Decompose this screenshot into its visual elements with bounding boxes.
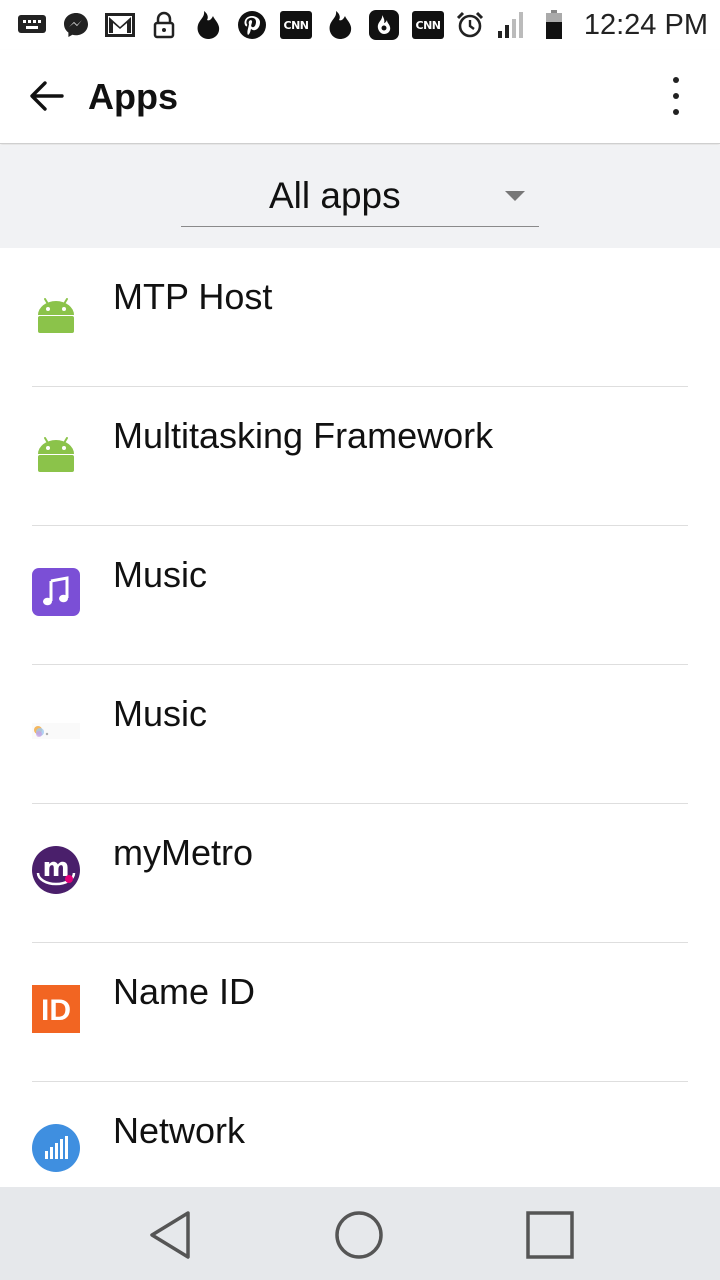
list-item[interactable]: ID Name ID	[0, 943, 720, 1082]
circle-home-icon	[335, 1211, 383, 1259]
app-name: Name ID	[113, 971, 256, 1012]
app-name: myMetro	[113, 832, 254, 873]
nav-recents-button[interactable]	[520, 1205, 580, 1265]
nav-back-button[interactable]	[140, 1205, 200, 1265]
music-placeholder-icon	[32, 707, 80, 755]
gmail-icon	[104, 9, 136, 41]
app-name: Music	[113, 554, 208, 595]
app-list: MTP Host Multitasking Framework Music Mu…	[0, 248, 720, 1187]
notification-icons: CNN CNN	[0, 0, 444, 50]
list-item[interactable]: Network	[0, 1082, 720, 1187]
square-recents-icon	[526, 1211, 574, 1259]
alarm-icon	[454, 9, 486, 41]
list-item[interactable]: Music	[0, 665, 720, 804]
dropdown-arrow-icon	[505, 191, 525, 201]
page-title: Apps	[88, 76, 178, 117]
network-signal-icon	[32, 1124, 80, 1172]
triangle-back-icon	[150, 1211, 190, 1259]
keyboard-icon	[16, 9, 48, 41]
cnn-icon: CNN	[412, 9, 444, 41]
app-name: Multitasking Framework	[113, 415, 494, 456]
navigation-bar	[0, 1187, 720, 1280]
cnn-logo: CNN	[280, 11, 312, 39]
cnn-logo: CNN	[412, 11, 444, 39]
more-vert-icon	[673, 77, 679, 83]
clock-time: 12:24 PM	[583, 8, 708, 41]
more-options-button[interactable]	[652, 72, 700, 120]
list-item[interactable]: Multitasking Framework	[0, 387, 720, 526]
nav-home-button[interactable]	[329, 1205, 389, 1265]
app-filter-selected: All apps	[269, 175, 401, 216]
android-robot-icon	[32, 429, 80, 477]
music-note-icon	[32, 568, 80, 616]
status-bar: CNN CNN 12:24 PM	[0, 0, 720, 50]
app-name: MTP Host	[113, 276, 273, 317]
signal-strength-icon	[496, 9, 528, 41]
app-name: Music	[113, 693, 208, 734]
arrow-back-icon	[30, 81, 64, 111]
messenger-icon	[60, 9, 92, 41]
back-button[interactable]	[22, 72, 70, 120]
battery-icon	[538, 9, 570, 41]
pinterest-icon	[236, 9, 268, 41]
list-item[interactable]: MTP Host	[0, 248, 720, 387]
mymetro-icon: m	[32, 846, 80, 894]
name-id-icon: ID	[32, 985, 80, 1033]
system-status: 12:24 PM	[454, 0, 708, 50]
tinder-icon	[324, 9, 356, 41]
app-name: Network	[113, 1110, 246, 1151]
list-item[interactable]: m myMetro	[0, 804, 720, 943]
name-id-logo-text: ID	[41, 994, 71, 1027]
android-robot-icon	[32, 290, 80, 338]
cnn-icon: CNN	[280, 9, 312, 41]
lock-icon	[148, 9, 180, 41]
hot-flame-app-icon	[368, 9, 400, 41]
list-item[interactable]: Music	[0, 526, 720, 665]
filter-bar: All apps	[0, 145, 720, 248]
tinder-icon	[192, 9, 224, 41]
app-bar: Apps	[0, 50, 720, 144]
app-filter-dropdown[interactable]: All apps	[181, 169, 539, 227]
